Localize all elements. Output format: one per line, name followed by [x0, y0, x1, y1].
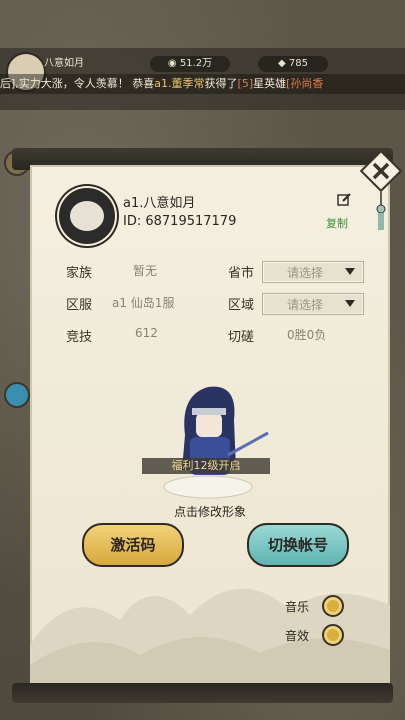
ticker-segment: 后],实力大涨，令人羡慕！ 恭喜 — [0, 77, 155, 90]
ticker-segment: [5] — [237, 77, 254, 90]
clan-label: 家族 — [66, 266, 93, 281]
copy-id-button[interactable]: 复制 — [326, 215, 348, 231]
avatar-face-icon — [70, 201, 104, 231]
switch-account-button[interactable]: 切换帐号 — [247, 523, 349, 567]
close-icon[interactable] — [360, 150, 402, 192]
sound-label: 音效 — [285, 629, 310, 643]
ticker-segment: a1.董季常 — [154, 77, 205, 90]
region-select-text: 请选择 — [287, 298, 324, 312]
coin-counter: ◉ 51.2万 — [150, 56, 230, 72]
activation-code-button[interactable]: 激活码 — [82, 523, 184, 567]
province-select[interactable]: 请选择 — [262, 261, 364, 283]
dropdown-arrow-icon — [345, 268, 355, 275]
clan-value: 暂无 — [133, 264, 158, 278]
ticker-segment: [孙尚香 — [286, 77, 324, 90]
sound-toggle[interactable] — [322, 624, 344, 646]
player-avatar[interactable] — [59, 188, 115, 244]
music-toggle[interactable] — [322, 595, 344, 617]
server-value: a1 仙岛1服 — [112, 296, 175, 310]
modify-appearance-link[interactable]: 点击修改形象 — [30, 503, 390, 520]
dropdown-arrow-icon — [345, 300, 355, 307]
region-label: 区域 — [228, 298, 255, 313]
province-label: 省市 — [228, 266, 255, 281]
top-player-name: 八意如月 — [44, 58, 84, 69]
tassel-decoration-icon — [376, 192, 386, 230]
edit-name-icon[interactable] — [337, 193, 351, 207]
music-label: 音乐 — [285, 600, 310, 614]
gem-counter: ◆ 785 — [258, 56, 328, 72]
arena-value: 612 — [135, 326, 158, 340]
announcement-ticker: 后],实力大涨，令人羡慕！ 恭喜a1.董季常获得了[5]星英雄[孙尚香 — [0, 74, 405, 94]
region-select[interactable]: 请选择 — [262, 293, 364, 315]
ticker-segment: 获得了 — [204, 77, 238, 90]
ticker-segment: 星英雄 — [253, 77, 287, 90]
ticker-text: 后],实力大涨，令人羡慕！ 恭喜a1.董季常获得了[5]星英雄[孙尚香 — [0, 77, 323, 90]
province-select-text: 请选择 — [287, 266, 324, 280]
player-name: a1.八意如月 — [123, 196, 196, 211]
spar-value: 0胜0负 — [287, 328, 327, 342]
spar-label: 切磋 — [228, 330, 255, 345]
server-label: 区服 — [66, 298, 93, 313]
arena-label: 竞技 — [66, 330, 93, 345]
gem-icon: ◆ — [278, 58, 289, 69]
player-id: ID: 68719517179 — [123, 214, 237, 229]
welfare-unlock-banner: 福利12级开启 — [142, 458, 270, 474]
coin-icon: ◉ — [167, 58, 180, 69]
scroll-rod-bottom — [12, 683, 393, 703]
side-event-icon[interactable] — [4, 382, 30, 408]
character-figure[interactable] — [150, 375, 270, 500]
